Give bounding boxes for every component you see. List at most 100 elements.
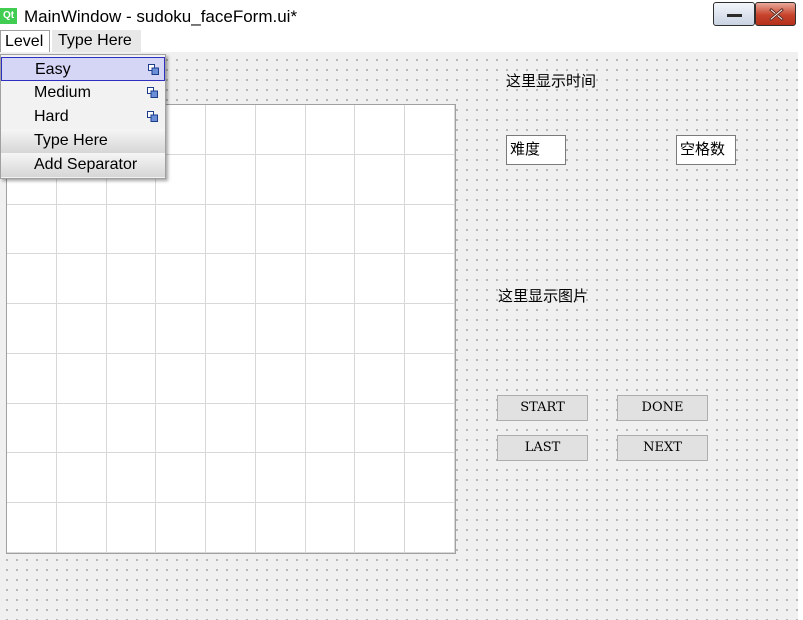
menu-item-type-here[interactable]: Type Here — [1, 129, 165, 153]
grid-cell[interactable] — [7, 254, 57, 305]
menu-item-medium[interactable]: Medium — [1, 81, 165, 105]
grid-cell[interactable] — [305, 154, 356, 205]
grid-cell[interactable] — [206, 154, 256, 205]
grid-cell[interactable] — [255, 105, 306, 155]
grid-cell[interactable] — [106, 403, 157, 454]
grid-cell[interactable] — [355, 353, 406, 404]
menu-item-label: Medium — [34, 84, 91, 101]
grid-cell[interactable] — [7, 403, 57, 454]
last-button[interactable]: LAST — [497, 435, 588, 461]
grid-cell[interactable] — [405, 204, 455, 255]
grid-cell[interactable] — [355, 204, 406, 255]
grid-cell[interactable] — [156, 453, 207, 504]
grid-cell[interactable] — [305, 204, 356, 255]
grid-cell[interactable] — [255, 403, 306, 454]
grid-cell[interactable] — [206, 353, 256, 404]
window-title: MainWindow - sudoku_faceForm.ui* — [24, 7, 298, 26]
grid-cell[interactable] — [405, 353, 455, 404]
grid-cell[interactable] — [7, 204, 57, 255]
grid-cell[interactable] — [405, 403, 455, 454]
submenu-icon — [147, 111, 158, 122]
difficulty-field[interactable]: 难度 — [506, 135, 566, 165]
submenu-icon — [147, 87, 158, 98]
grid-cell[interactable] — [255, 353, 306, 404]
grid-cell[interactable] — [106, 353, 157, 404]
done-button[interactable]: DONE — [617, 395, 708, 421]
grid-cell[interactable] — [206, 453, 256, 504]
grid-cell[interactable] — [156, 353, 207, 404]
grid-cell[interactable] — [206, 204, 256, 255]
menu-item-label: Hard — [34, 108, 69, 125]
grid-cell[interactable] — [355, 453, 406, 504]
grid-cell[interactable] — [255, 503, 306, 553]
grid-cell[interactable] — [255, 254, 306, 305]
grid-cell[interactable] — [106, 503, 157, 553]
menu-item-easy[interactable]: Easy — [1, 57, 165, 81]
grid-cell[interactable] — [405, 304, 455, 354]
grid-cell[interactable] — [355, 105, 406, 155]
grid-cell[interactable] — [56, 254, 107, 305]
submenu-icon — [148, 64, 159, 75]
grid-cell[interactable] — [56, 403, 107, 454]
grid-cell[interactable] — [56, 353, 107, 404]
grid-cell[interactable] — [7, 353, 57, 404]
grid-cell[interactable] — [206, 304, 256, 354]
menu-item-add-separator[interactable]: Add Separator — [1, 153, 165, 177]
menu-bar: Level Type Here — [0, 30, 803, 52]
grid-cell[interactable] — [156, 304, 207, 354]
close-button[interactable] — [755, 2, 796, 26]
grid-cell[interactable] — [206, 503, 256, 553]
menu-item-label: Easy — [35, 61, 71, 78]
grid-cell[interactable] — [206, 254, 256, 305]
grid-cell[interactable] — [156, 204, 207, 255]
blank-count-field[interactable]: 空格数 — [676, 135, 736, 165]
grid-cell[interactable] — [206, 403, 256, 454]
grid-cell[interactable] — [56, 453, 107, 504]
menu-level[interactable]: Level — [0, 30, 50, 52]
grid-cell[interactable] — [56, 204, 107, 255]
grid-cell[interactable] — [405, 453, 455, 504]
minimize-button[interactable] — [713, 2, 755, 26]
grid-cell[interactable] — [156, 403, 207, 454]
grid-cell[interactable] — [206, 105, 256, 155]
grid-cell[interactable] — [106, 254, 157, 305]
grid-cell[interactable] — [255, 304, 306, 354]
level-dropdown-menu: Easy Medium Hard Type Here Add Separator — [0, 54, 166, 179]
grid-cell[interactable] — [355, 154, 406, 205]
grid-cell[interactable] — [7, 304, 57, 354]
grid-cell[interactable] — [56, 503, 107, 553]
menu-item-label: Type Here — [34, 132, 108, 149]
grid-cell[interactable] — [305, 403, 356, 454]
grid-cell[interactable] — [305, 353, 356, 404]
grid-cell[interactable] — [106, 204, 157, 255]
start-button[interactable]: START — [497, 395, 588, 421]
menu-type-here[interactable]: Type Here — [52, 30, 141, 52]
grid-cell[interactable] — [355, 254, 406, 305]
grid-cell[interactable] — [355, 304, 406, 354]
grid-cell[interactable] — [305, 453, 356, 504]
grid-cell[interactable] — [56, 304, 107, 354]
grid-cell[interactable] — [305, 304, 356, 354]
grid-cell[interactable] — [305, 105, 356, 155]
menu-item-hard[interactable]: Hard — [1, 105, 165, 129]
grid-cell[interactable] — [255, 453, 306, 504]
grid-cell[interactable] — [7, 503, 57, 553]
grid-cell[interactable] — [255, 204, 306, 255]
next-button[interactable]: NEXT — [617, 435, 708, 461]
time-display-label: 这里显示时间 — [506, 73, 597, 90]
grid-cell[interactable] — [355, 403, 406, 454]
grid-cell[interactable] — [305, 503, 356, 553]
grid-cell[interactable] — [156, 254, 207, 305]
grid-cell[interactable] — [355, 503, 406, 553]
title-bar: Qt MainWindow - sudoku_faceForm.ui* — [0, 0, 803, 30]
grid-cell[interactable] — [106, 453, 157, 504]
grid-cell[interactable] — [405, 154, 455, 205]
grid-cell[interactable] — [405, 254, 455, 305]
grid-cell[interactable] — [255, 154, 306, 205]
grid-cell[interactable] — [106, 304, 157, 354]
grid-cell[interactable] — [7, 453, 57, 504]
grid-cell[interactable] — [405, 105, 455, 155]
grid-cell[interactable] — [305, 254, 356, 305]
grid-cell[interactable] — [156, 503, 207, 553]
grid-cell[interactable] — [405, 503, 455, 553]
